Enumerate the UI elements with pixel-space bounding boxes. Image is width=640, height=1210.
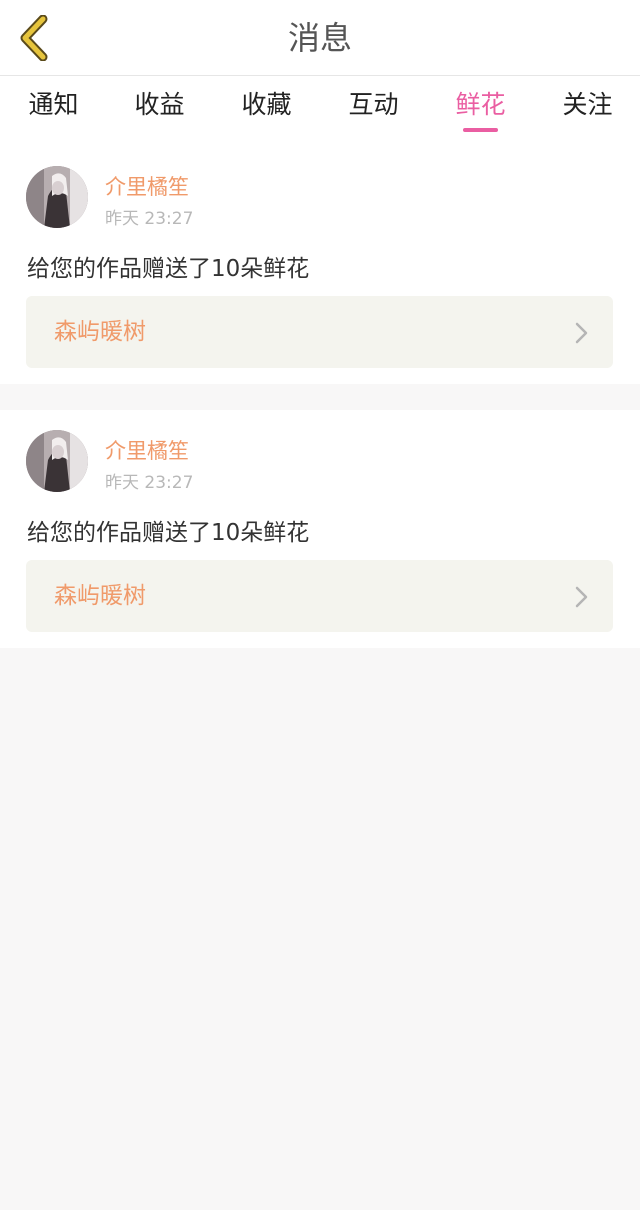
- message-text: 给您的作品赠送了10朵鲜花: [27, 520, 310, 546]
- message-time: 昨天 23:27: [105, 209, 194, 229]
- message-text: 给您的作品赠送了10朵鲜花: [27, 256, 310, 282]
- tab-interactions[interactable]: 互动: [320, 76, 427, 146]
- avatar[interactable]: [26, 166, 88, 228]
- sender-name[interactable]: 介里橘笙: [105, 171, 189, 201]
- tab-following[interactable]: 关注: [534, 76, 640, 146]
- tab-label: 关注: [562, 90, 613, 119]
- work-title: 森屿暖树: [54, 583, 146, 609]
- top-bar: 消息: [0, 0, 640, 76]
- avatar-image: [26, 430, 88, 492]
- active-tab-indicator: [463, 128, 498, 132]
- tab-label: 互动: [348, 90, 399, 119]
- work-link[interactable]: 森屿暖树: [26, 296, 613, 368]
- tab-label: 通知: [28, 90, 79, 119]
- message-card: 介里橘笙 昨天 23:27 给您的作品赠送了10朵鲜花 森屿暖树: [0, 410, 640, 648]
- avatar-image: [26, 166, 88, 228]
- tab-label: 鲜花: [455, 90, 506, 119]
- avatar[interactable]: [26, 430, 88, 492]
- tab-bar: 通知 收益 收藏 互动 鲜花 关注: [0, 76, 640, 146]
- tab-earnings[interactable]: 收益: [106, 76, 213, 146]
- page-title: 消息: [287, 19, 352, 57]
- tab-flowers[interactable]: 鲜花: [427, 76, 534, 146]
- message-time: 昨天 23:27: [105, 473, 194, 493]
- work-title: 森屿暖树: [54, 319, 146, 345]
- tab-favorites[interactable]: 收藏: [213, 76, 320, 146]
- work-link[interactable]: 森屿暖树: [26, 560, 613, 632]
- sender-name[interactable]: 介里橘笙: [105, 435, 189, 465]
- chevron-right-icon: [575, 586, 588, 608]
- message-card: 介里橘笙 昨天 23:27 给您的作品赠送了10朵鲜花 森屿暖树: [0, 146, 640, 384]
- tab-label: 收藏: [241, 90, 292, 119]
- tab-label: 收益: [134, 90, 185, 119]
- chevron-right-icon: [575, 322, 588, 344]
- tab-notifications[interactable]: 通知: [0, 76, 107, 146]
